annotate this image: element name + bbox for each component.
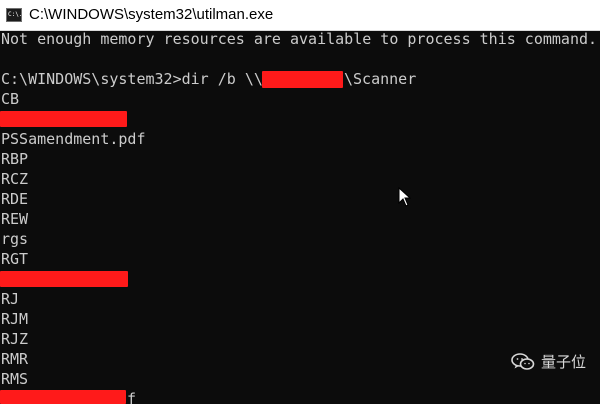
redacted-entry <box>0 111 127 127</box>
redacted-entry-suffix: f <box>127 390 137 404</box>
watermark: 量子位 <box>510 350 586 374</box>
console-line: RJM <box>1 310 29 328</box>
console-window: C:\. C:\WINDOWS\system32\utilman.exe Not… <box>0 0 600 404</box>
console-line: RGT <box>1 250 29 268</box>
redacted-server-name <box>262 71 343 88</box>
console-line: CB <box>1 90 20 108</box>
console-output[interactable]: Not enough memory resources are availabl… <box>0 31 600 404</box>
redacted-entry <box>0 271 128 287</box>
command-path-suffix: \Scanner <box>344 70 417 88</box>
wechat-icon <box>511 353 535 370</box>
console-line: RJZ <box>1 330 29 348</box>
console-line: RMR <box>1 350 29 368</box>
console-line: RDE <box>1 190 29 208</box>
console-line: RMS <box>1 370 29 388</box>
console-line: rgs <box>1 230 29 248</box>
console-line: PSSamendment.pdf <box>1 130 146 148</box>
watermark-text: 量子位 <box>540 353 586 371</box>
command-prompt-line: C:\WINDOWS\system32>dir /b \\ <box>1 70 263 88</box>
cmd-console-icon: C:\. <box>6 8 22 22</box>
mouse-pointer-icon <box>398 187 412 207</box>
console-line: RJ <box>1 290 20 308</box>
console-line: REW <box>1 210 29 228</box>
window-title: C:\WINDOWS\system32\utilman.exe <box>29 6 274 23</box>
redacted-entry <box>0 390 126 404</box>
title-bar[interactable]: C:\. C:\WINDOWS\system32\utilman.exe <box>0 0 600 31</box>
console-line: RBP <box>1 150 29 168</box>
console-line: RCZ <box>1 170 29 188</box>
console-line: Not enough memory resources are availabl… <box>1 31 598 48</box>
